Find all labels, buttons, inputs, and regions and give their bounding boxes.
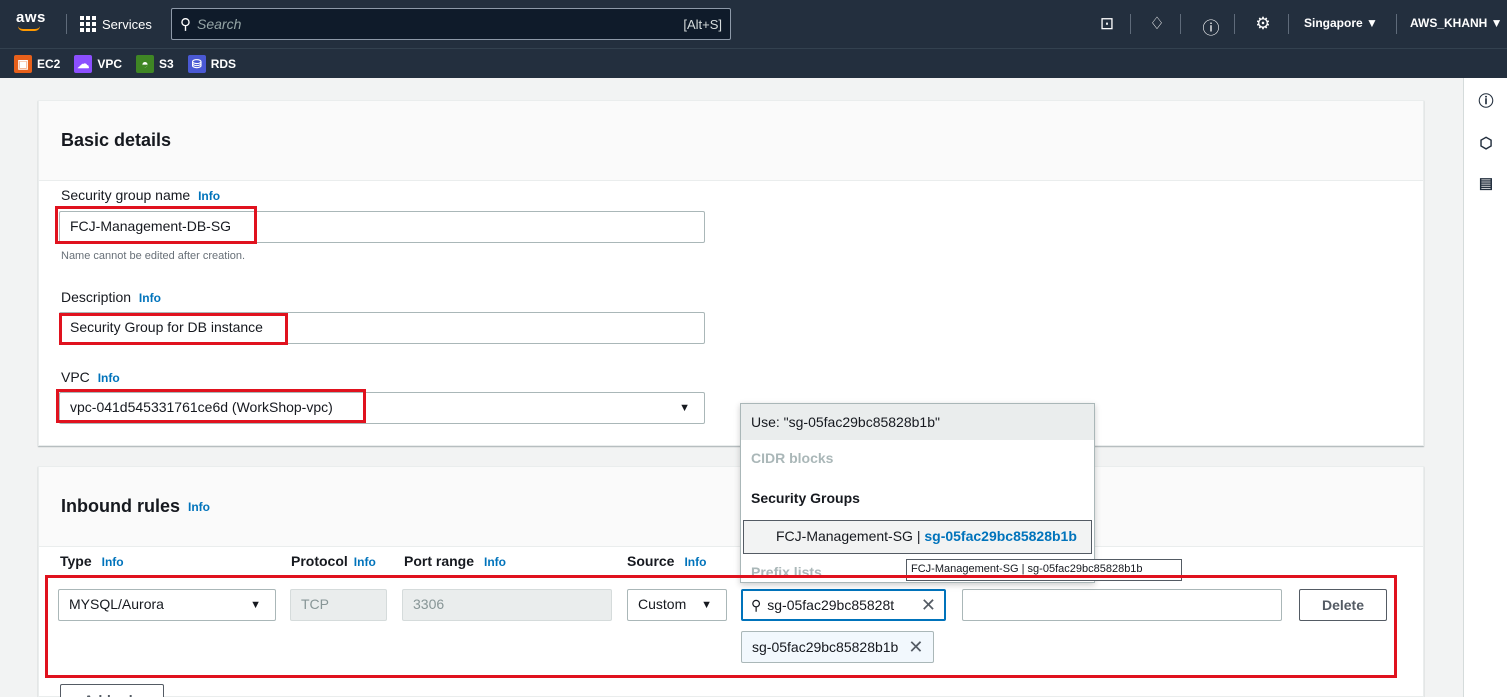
info-link[interactable]: Info — [98, 371, 120, 385]
favorite-rds[interactable]: ⛁ RDS — [187, 54, 236, 73]
dropdown-option-sg[interactable]: FCJ-Management-SG | sg-05fac29bc85828b1b — [743, 520, 1092, 554]
dropdown-use-option[interactable]: Use: "sg-05fac29bc85828b1b" — [741, 404, 1094, 440]
sg-name-hint: Name cannot be edited after creation. — [61, 250, 246, 262]
nav-divider — [1234, 14, 1235, 34]
basic-details-header: Basic details — [39, 101, 1423, 181]
s3-icon: ◓ — [136, 54, 155, 73]
basic-details-title: Basic details — [61, 130, 172, 150]
highlight-box — [55, 206, 257, 244]
bell-icon[interactable]: ♢ — [1146, 14, 1168, 36]
inbound-rules-header: Inbound rules Info — [39, 467, 1423, 547]
hexagon-icon[interactable]: ⬡ — [1476, 134, 1496, 154]
aws-logo[interactable]: aws — [16, 9, 46, 31]
nav-divider — [1130, 14, 1131, 34]
nav-divider — [1180, 14, 1181, 34]
dropdown-group-security-groups: Security Groups — [751, 490, 860, 506]
vpc-label: VPC Info — [61, 369, 120, 385]
highlight-box — [56, 389, 366, 423]
add-rule-button[interactable]: Add rule — [60, 684, 164, 697]
highlight-box — [45, 575, 1397, 678]
search-icon: ⚲ — [180, 16, 191, 33]
settings-icon[interactable]: ⚙ — [1252, 14, 1274, 36]
favorite-s3[interactable]: ◓ S3 — [136, 54, 174, 73]
help-icon[interactable]: ⓘ — [1200, 14, 1222, 38]
services-label: Services — [102, 16, 152, 32]
account-menu[interactable]: AWS_KHANH ▼ — [1410, 16, 1503, 30]
info-link[interactable]: Info — [139, 291, 161, 305]
info-panel-icon[interactable]: ⓘ — [1476, 90, 1496, 110]
region-selector[interactable]: Singapore ▼ — [1304, 16, 1378, 30]
favorites-bar: ▣ EC2 ☁ VPC ◓ S3 ⛁ RDS — [0, 48, 1507, 78]
cloudshell-icon[interactable]: ⊡ — [1096, 14, 1118, 36]
services-button[interactable]: Services — [80, 12, 152, 36]
dropdown-group-cidr: CIDR blocks — [751, 450, 834, 466]
favorite-vpc[interactable]: ☁ VPC — [74, 54, 122, 73]
col-port-range: Port range Info — [404, 553, 507, 569]
col-protocol: Protocol Info — [291, 553, 376, 569]
right-rail: ⓘ ⬡ ▤ — [1463, 78, 1507, 697]
col-source: Source Info — [627, 553, 707, 569]
col-type: Type Info — [60, 553, 124, 569]
nav-divider — [1288, 14, 1289, 34]
search-input[interactable]: ⚲ Search [Alt+S] — [171, 8, 731, 40]
search-shortcut: [Alt+S] — [683, 16, 722, 32]
search-placeholder: Search — [197, 16, 242, 32]
favorite-ec2[interactable]: ▣ EC2 — [14, 54, 60, 73]
chevron-down-icon: ▼ — [679, 402, 690, 414]
nav-divider — [66, 14, 67, 34]
rds-icon: ⛁ — [187, 54, 206, 73]
inbound-rules-title: Inbound rules — [61, 496, 180, 516]
source-dropdown: Use: "sg-05fac29bc85828b1b" CIDR blocks … — [740, 403, 1095, 583]
sg-name-label: Security group name Info — [61, 187, 221, 203]
nav-divider — [1396, 14, 1397, 34]
info-link[interactable]: Info — [198, 189, 220, 203]
services-grid-icon — [80, 16, 96, 32]
description-label: Description Info — [61, 289, 161, 305]
top-navigation: aws Services ⚲ Search [Alt+S] ⊡ ♢ ⓘ ⚙ Si… — [0, 0, 1507, 48]
ec2-icon: ▣ — [14, 54, 32, 73]
highlight-box — [59, 313, 288, 345]
info-link[interactable]: Info — [188, 500, 210, 514]
vpc-icon: ☁ — [74, 54, 93, 73]
feedback-icon[interactable]: ▤ — [1476, 174, 1496, 194]
